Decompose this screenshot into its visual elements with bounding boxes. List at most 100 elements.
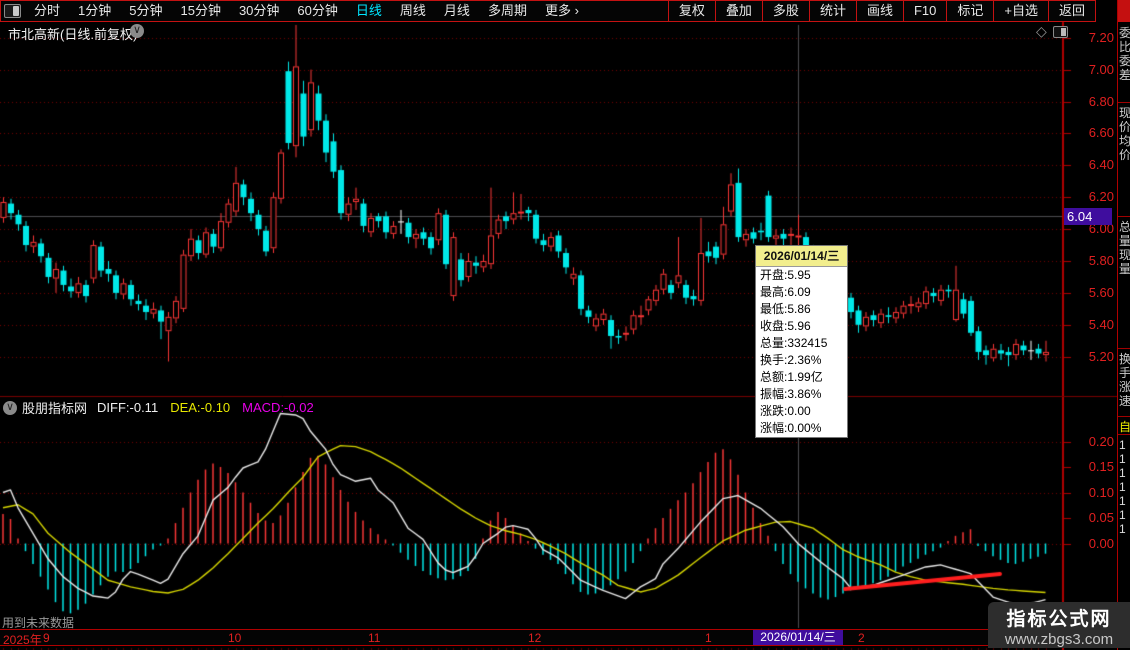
tab-period-更多 ›[interactable]: 更多 ›: [536, 1, 588, 21]
tab-period-日线[interactable]: 日线: [347, 1, 391, 21]
macd-axis-label: 0.20: [1088, 433, 1114, 449]
period-menu: 分时 1分钟 5分钟 15分钟 30分钟 60分钟 日线 周线 月线 多周期 更多 ›: [1, 1, 588, 21]
tooltip-date: 2026/01/14/三: [756, 246, 847, 267]
month-label: 2: [858, 631, 865, 645]
tooltip-row-label: 总量: [760, 336, 787, 350]
sidebar-char: 1: [1119, 438, 1126, 452]
sidebar-divider: [1118, 434, 1130, 435]
toolbar-button-多股[interactable]: 多股: [761, 1, 809, 21]
watermark-url: www.zbgs3.com: [1004, 631, 1114, 648]
price-axis-label: 6.80: [1088, 93, 1114, 109]
tab-period-5分钟[interactable]: 5分钟: [120, 1, 171, 21]
tooltip-row-label: 换手: [760, 353, 787, 367]
price-axis-label: 5.80: [1088, 253, 1114, 268]
tooltip-row: 总额1.99亿: [756, 369, 847, 386]
page-title: 市北高新(日线.前复权): [8, 27, 138, 42]
crosshair-date-badge: 2026/01/14/三: [753, 630, 843, 645]
price-axis-label: 6.20: [1088, 189, 1114, 205]
month-label: 12: [528, 631, 542, 645]
sidebar-char: 价: [1119, 148, 1130, 162]
sidebar-char: 量: [1119, 234, 1130, 248]
macd-axis-label: 0.15: [1088, 459, 1114, 474]
toolbar-button-F10[interactable]: F10: [902, 1, 946, 21]
toolbar-button-统计[interactable]: 统计: [808, 1, 856, 21]
quote-sidebar-clipped[interactable]: 委比委差现价均价总量现量换手涨速自1111111: [1117, 0, 1130, 650]
tooltip-row-label: 收盘: [760, 319, 787, 333]
tooltip-row-value: 0.00%: [787, 421, 822, 435]
price-axis-label: 6.60: [1088, 125, 1114, 141]
macd-axis-label: 0.05: [1088, 510, 1114, 525]
stock-chart-canvas[interactable]: [0, 0, 1130, 650]
sidebar-char: 委: [1119, 26, 1130, 40]
indicator-name[interactable]: 股朋指标网: [22, 398, 87, 417]
price-axis-label: 6.40: [1088, 157, 1114, 173]
tooltip-row-value: 332415: [787, 336, 828, 350]
price-axis-label: 5.40: [1088, 316, 1114, 332]
macd-axis-label: 0.10: [1088, 484, 1114, 500]
sidebar-char: 1: [1119, 480, 1126, 494]
toolbar-button-复权[interactable]: 复权: [667, 1, 715, 21]
tooltip-row-label: 涨幅: [760, 421, 787, 435]
sidebar-char: 价: [1119, 120, 1130, 134]
tooltip-row-value: 6.09: [787, 285, 811, 299]
tab-period-周线[interactable]: 周线: [391, 1, 435, 21]
tooltip-row: 最高6.09: [756, 284, 847, 301]
tab-period-1分钟[interactable]: 1分钟: [69, 1, 120, 21]
tooltip-row-label: 总额: [760, 370, 787, 384]
sidebar-char: 速: [1119, 394, 1130, 408]
sidebar-char: 量: [1119, 262, 1130, 276]
toolbar-button-画线[interactable]: 画线: [855, 1, 903, 21]
tooltip-row-label: 开盘: [760, 268, 787, 282]
tooltip-row-value: 5.96: [787, 319, 811, 333]
tab-period-多周期[interactable]: 多周期: [479, 1, 536, 21]
toolbar-button-叠加[interactable]: 叠加: [714, 1, 762, 21]
sidebar-char: 涨: [1119, 380, 1130, 394]
indicator-header: ∨ 股朋指标网 DIFF:-0.11 DEA:-0.10 MACD:-0.02: [3, 398, 314, 417]
sidebar-divider: [1118, 348, 1130, 349]
tooltip-row-value: 2.36%: [787, 353, 822, 367]
tooltip-row-value: 1.99亿: [787, 370, 823, 384]
tooltip-row: 振幅3.86%: [756, 386, 847, 403]
tooltip-row: 最低5.86: [756, 301, 847, 318]
tooltip-row: 涨跌0.00: [756, 403, 847, 420]
macd-axis-label: 0.00: [1088, 535, 1114, 551]
price-axis-label: 5.20: [1088, 348, 1114, 364]
sidebar-char: 手: [1119, 366, 1130, 380]
sidebar-text-fragment: 1111111: [1119, 438, 1130, 536]
chevron-down-icon[interactable]: ∨: [3, 400, 17, 415]
panel-toggle-icon[interactable]: [4, 4, 21, 18]
sidebar-text-fragment: 总量现量: [1119, 220, 1130, 276]
chevron-down-icon[interactable]: ∨: [130, 24, 144, 38]
diamond-icon[interactable]: ◇: [1036, 23, 1047, 40]
tooltip-row-value: 5.95: [787, 268, 811, 282]
toolbar-button-返回[interactable]: 返回: [1047, 1, 1095, 21]
ohlc-tooltip: 2026/01/14/三 开盘5.95最高6.09最低5.86收盘5.96总量3…: [755, 245, 848, 438]
toolbar-button-+自选[interactable]: +自选: [993, 1, 1048, 21]
watermark: 指标公式网 www.zbgs3.com: [988, 602, 1130, 648]
tab-period-30分钟[interactable]: 30分钟: [230, 1, 288, 21]
sidebar-char: 总: [1119, 220, 1130, 234]
sidebar-char: 自: [1119, 420, 1130, 434]
macd-value: MACD:-0.02: [242, 400, 314, 415]
tab-period-分时[interactable]: 分时: [25, 1, 69, 21]
sidebar-divider: [1118, 416, 1130, 417]
tooltip-row-label: 最高: [760, 285, 787, 299]
sidebar-char: 委: [1119, 54, 1130, 68]
tab-period-60分钟[interactable]: 60分钟: [288, 1, 346, 21]
watermark-title: 指标公式网: [1006, 609, 1112, 630]
year-label: 2025年: [3, 633, 42, 647]
sidebar-text-fragment: 换手涨速: [1119, 352, 1130, 408]
sidebar-char: 1: [1119, 494, 1126, 508]
top-toolbar: 分时 1分钟 5分钟 15分钟 30分钟 60分钟 日线 周线 月线 多周期 更多 › 复权 叠加 多股…: [0, 0, 1096, 22]
tooltip-row-value: 3.86%: [787, 387, 822, 401]
tooltip-row-label: 最低: [760, 302, 787, 316]
tab-period-15分钟[interactable]: 15分钟: [171, 1, 229, 21]
tooltip-row: 涨幅0.00%: [756, 420, 847, 437]
sidebar-text-fragment: 自: [1119, 420, 1130, 434]
tooltip-row: 开盘5.95: [756, 267, 847, 284]
toolbar-button-标记[interactable]: 标记: [946, 1, 993, 21]
tab-period-月线[interactable]: 月线: [435, 1, 479, 21]
month-label: 10: [228, 631, 242, 645]
tooltip-row-label: 涨跌: [760, 404, 787, 418]
sidebar-button-fragment[interactable]: [1118, 0, 1130, 22]
